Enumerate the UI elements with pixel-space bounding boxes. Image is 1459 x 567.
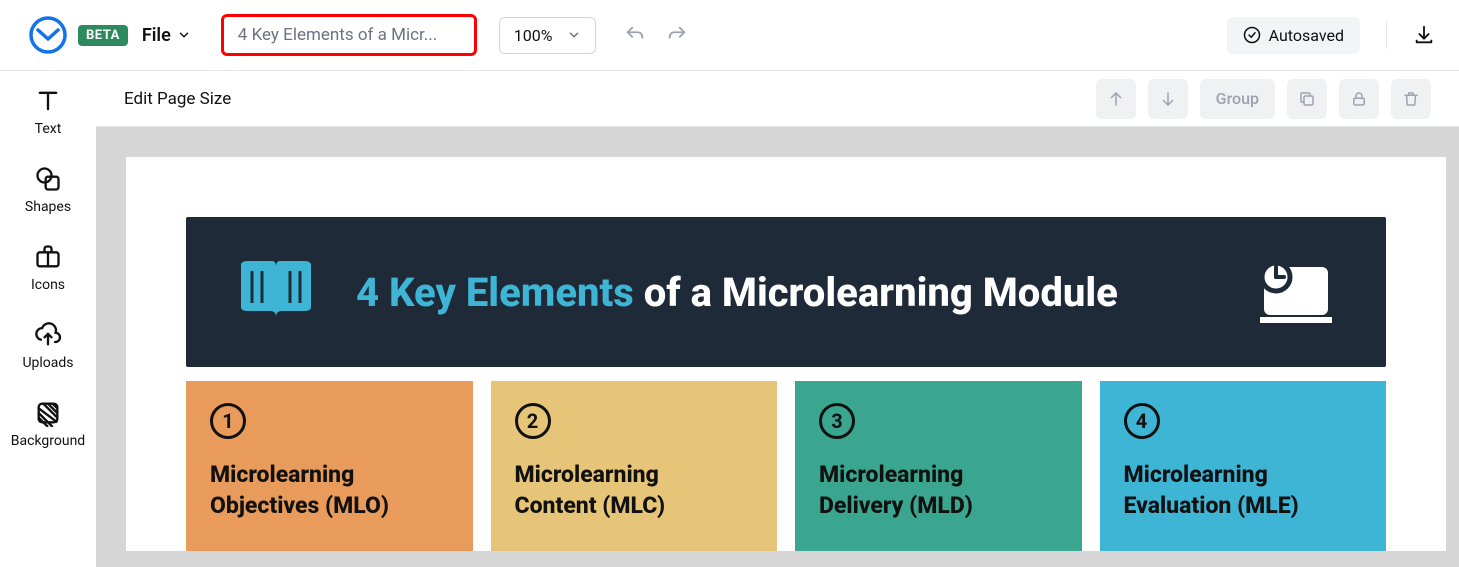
sidebar-tool-label: Icons [31, 277, 65, 293]
app-logo[interactable] [28, 15, 68, 55]
lock-icon [1350, 90, 1368, 108]
text-icon [34, 87, 62, 115]
card-number: 4 [1124, 403, 1160, 439]
move-up-button[interactable] [1096, 79, 1136, 119]
header-rest-text: of a Microlearning Module [634, 269, 1118, 316]
sidebar-tool-text[interactable]: Text [34, 87, 62, 137]
card-title: Microlearning Objectives (MLO) [210, 459, 449, 521]
sidebar-tool-label: Uploads [22, 355, 73, 371]
sidebar-tool-icons[interactable]: Icons [31, 243, 65, 293]
card-number: 3 [819, 403, 855, 439]
canvas-area[interactable]: Edit Page Size Group [96, 71, 1459, 567]
background-icon [34, 399, 62, 427]
top-bar: BETA File 4 Key Elements of a Micr... 10… [0, 0, 1459, 71]
book-icon [236, 257, 316, 327]
header-title[interactable]: 4 Key Elements of a Microlearning Module [356, 269, 1212, 316]
header-accent-text: 4 Key Elements [356, 269, 634, 316]
card-2[interactable]: 2 Microlearning Content (MLC) [491, 381, 778, 551]
divider [1386, 21, 1387, 49]
sidebar-tool-label: Background [11, 433, 85, 449]
redo-icon [666, 24, 688, 46]
redo-button[interactable] [666, 24, 688, 46]
card-title: Microlearning Content (MLC) [515, 459, 754, 521]
card-1[interactable]: 1 Microlearning Objectives (MLO) [186, 381, 473, 551]
copy-icon [1298, 90, 1316, 108]
left-sidebar: Text Shapes Icons Uploads Background [0, 71, 96, 567]
download-button[interactable] [1413, 24, 1435, 46]
beta-badge: BETA [78, 25, 128, 46]
card-number: 2 [515, 403, 551, 439]
move-down-button[interactable] [1148, 79, 1188, 119]
sidebar-tool-uploads[interactable]: Uploads [22, 321, 73, 371]
card-title: Microlearning Delivery (MLD) [819, 459, 1058, 521]
file-menu[interactable]: File [142, 25, 191, 46]
shapes-icon [34, 165, 62, 193]
edit-page-size-button[interactable]: Edit Page Size [124, 89, 231, 109]
autosaved-status[interactable]: Autosaved [1227, 17, 1360, 54]
undo-icon [624, 24, 646, 46]
card-number: 1 [210, 403, 246, 439]
zoom-value: 100% [514, 26, 553, 45]
file-menu-label: File [142, 25, 171, 46]
sidebar-tool-shapes[interactable]: Shapes [25, 165, 71, 215]
card-4[interactable]: 4 Microlearning Evaluation (MLE) [1100, 381, 1387, 551]
properties-bar: Edit Page Size Group [96, 71, 1459, 127]
projector-icon [1252, 255, 1336, 329]
header-banner[interactable]: 4 Key Elements of a Microlearning Module [186, 217, 1386, 367]
check-circle-icon [1243, 26, 1261, 44]
sidebar-tool-label: Text [35, 121, 62, 137]
arrow-down-icon [1159, 90, 1177, 108]
zoom-dropdown[interactable]: 100% [499, 17, 596, 54]
canvas-page[interactable]: 4 Key Elements of a Microlearning Module… [126, 157, 1446, 551]
undo-button[interactable] [624, 24, 646, 46]
undo-redo-group [624, 24, 688, 46]
duplicate-button[interactable] [1287, 79, 1327, 119]
arrow-up-icon [1107, 90, 1125, 108]
document-title-input[interactable]: 4 Key Elements of a Micr... [221, 14, 477, 56]
group-button[interactable]: Group [1200, 79, 1275, 119]
card-title: Microlearning Evaluation (MLE) [1124, 459, 1363, 521]
briefcase-icon [34, 243, 62, 271]
chevron-down-icon [177, 28, 191, 42]
trash-icon [1402, 90, 1420, 108]
delete-button[interactable] [1391, 79, 1431, 119]
autosaved-label: Autosaved [1269, 26, 1344, 45]
chevron-down-icon [567, 28, 581, 42]
sidebar-tool-label: Shapes [25, 199, 71, 215]
upload-cloud-icon [34, 321, 62, 349]
cards-row: 1 Microlearning Objectives (MLO) 2 Micro… [186, 381, 1386, 551]
sidebar-tool-background[interactable]: Background [11, 399, 85, 449]
download-icon [1413, 24, 1435, 46]
lock-button[interactable] [1339, 79, 1379, 119]
card-3[interactable]: 3 Microlearning Delivery (MLD) [795, 381, 1082, 551]
